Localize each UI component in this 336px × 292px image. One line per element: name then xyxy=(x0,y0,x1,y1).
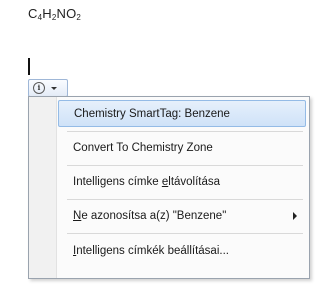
menu-separator xyxy=(67,233,303,234)
menu-item-remove-smart-tag[interactable]: Intelligens címke eltávolítása xyxy=(56,166,309,198)
formula-element-h: H xyxy=(42,6,52,21)
formula-element-no: NO xyxy=(56,6,77,21)
submenu-arrow-icon xyxy=(293,212,297,220)
menu-item-chemistry-smarttag-benzene[interactable]: Chemistry SmartTag: Benzene xyxy=(58,100,306,127)
smart-tag-actions-button[interactable]: i xyxy=(28,79,68,97)
menu-item-label-pre: Intelligens címke xyxy=(73,176,162,188)
menu-item-label: Chemistry SmartTag: Benzene xyxy=(74,108,230,120)
text-cursor xyxy=(28,58,30,75)
menu-icon-gutter xyxy=(29,97,57,278)
chevron-down-icon xyxy=(51,86,57,90)
formula-element-c: C xyxy=(28,6,38,21)
smart-tag-context-menu: Chemistry SmartTag: Benzene Convert To C… xyxy=(28,96,310,279)
menu-item-stop-recognizing-benzene[interactable]: Ne azonosítsa a(z) "Benzene" xyxy=(56,200,309,232)
info-icon: i xyxy=(33,82,45,94)
menu-item-label-post: ltávolítása xyxy=(168,176,221,188)
formula-subscript: 2 xyxy=(76,13,82,22)
menu-item-label: Convert To Chemistry Zone xyxy=(73,142,213,154)
menu-item-convert-to-chemistry-zone[interactable]: Convert To Chemistry Zone xyxy=(56,132,309,164)
menu-item-smart-tag-options[interactable]: Intelligens címkék beállításai... xyxy=(56,235,309,267)
menu-item-label-post: ntelligens címkék beállításai... xyxy=(76,245,229,257)
chemical-formula: C4H2NO2 xyxy=(28,6,81,22)
menu-item-label-post: e azonosítsa a(z) "Benzene" xyxy=(81,210,227,222)
